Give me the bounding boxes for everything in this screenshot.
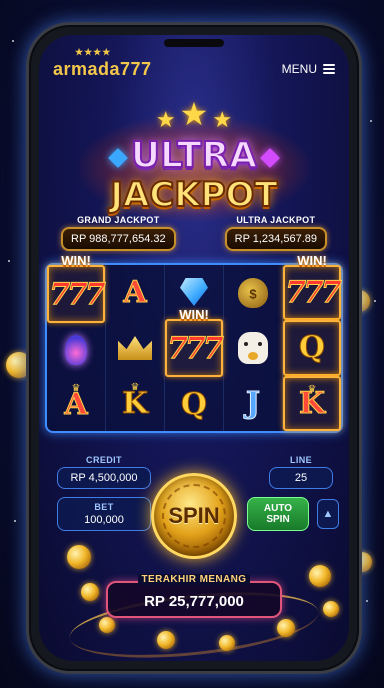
jackpot-label: GRAND JACKPOT: [77, 215, 160, 225]
reel-4: J: [224, 265, 283, 431]
line-display: LINE 25: [269, 455, 333, 489]
jackpot-bar: GRAND JACKPOT RP 988,777,654.32 ULTRA JA…: [39, 215, 349, 251]
logo-text: armada777: [53, 58, 152, 79]
coin-icon: [219, 635, 235, 651]
lucky-cat-icon: [238, 331, 268, 364]
letter-symbol: Q: [298, 330, 326, 366]
win-label: WIN!: [179, 307, 209, 322]
coin-icon: [157, 631, 175, 649]
reel-cell-winning: WIN! 777: [283, 253, 343, 321]
title-ultra: ULTRA: [130, 134, 258, 177]
win-label: WIN!: [61, 253, 91, 268]
bet-selector[interactable]: BET 100,000: [57, 497, 151, 531]
reel-cell: ♛ A: [47, 377, 105, 431]
reel-1: WIN! 777 ♛ A: [47, 253, 107, 431]
coin-icon: [99, 617, 115, 633]
credit-label: CREDIT: [86, 455, 122, 465]
reel-cell: J: [224, 376, 282, 431]
auto-spin-label: AUTO: [263, 502, 293, 514]
crown-icon: ♛: [71, 383, 81, 394]
bet-label: BET: [94, 502, 114, 512]
reel-3: WIN! 777 Q: [165, 265, 224, 431]
magic-lamp-icon: [65, 335, 87, 365]
money-bag-icon: [238, 277, 268, 308]
crown-icon: [118, 335, 152, 360]
grand-jackpot: GRAND JACKPOT RP 988,777,654.32: [61, 215, 176, 251]
reel-cell-winning: ♛ K: [283, 375, 341, 431]
jackpot-label: ULTRA JACKPOT: [236, 215, 316, 225]
bet-value: 100,000: [84, 514, 124, 526]
letter-symbol: Q: [180, 386, 208, 422]
coin-icon: [81, 583, 99, 601]
slot-reels: WIN! 777 ♛ A A ♛ K WIN! 777 Q $ J WIN! 7…: [45, 253, 343, 433]
ultra-jackpot: ULTRA JACKPOT RP 1,234,567.89: [224, 215, 327, 251]
auto-spin-label: SPIN: [266, 514, 290, 525]
seven-symbol: 777: [49, 276, 107, 312]
expand-up-button[interactable]: ▲: [317, 499, 339, 529]
chevron-up-icon: ▲: [322, 508, 334, 520]
brand-logo[interactable]: ★★★★ armada777: [53, 47, 152, 80]
crown-icon: ♛: [130, 381, 140, 393]
reel-cell-winning: Q: [283, 320, 341, 376]
reel-cell: Q: [165, 377, 223, 431]
reel-cell: [224, 265, 282, 320]
logo-stars-icon: ★★★★: [75, 46, 112, 57]
coin-icon: [323, 601, 339, 617]
spin-label: SPIN: [168, 503, 220, 528]
win-label: WIN!: [297, 253, 327, 268]
coin-icon: [67, 545, 91, 569]
line-value[interactable]: 25: [269, 467, 333, 489]
credit-value: RP 4,500,000: [57, 467, 151, 489]
last-win-value: RP 25,777,000: [106, 581, 282, 618]
letter-symbol: A: [123, 275, 147, 311]
auto-spin-button[interactable]: AUTO SPIN: [247, 497, 309, 531]
title-stars-icon: ★ ★ ★: [155, 96, 233, 132]
phone-notch: [164, 39, 224, 47]
menu-label: MENU: [281, 62, 317, 76]
jackpot-value: RP 1,234,567.89: [224, 227, 327, 251]
reel-cell: [106, 320, 164, 375]
letter-symbol: J: [245, 385, 261, 421]
coin-icon: [309, 565, 331, 587]
game-screen: ★★★★ armada777 MENU ★ ★ ★ ULTRA JACKPOT GR…: [39, 35, 349, 661]
reel-cell-winning: WIN! 777: [165, 307, 225, 377]
phone-frame: ★★★★ armada777 MENU ★ ★ ★ ULTRA JACKPOT GR…: [26, 22, 362, 674]
crown-icon: ♛: [307, 383, 317, 395]
reel-cell: [224, 320, 282, 375]
reel-cell: ♛ K: [106, 376, 164, 431]
jackpot-value: RP 988,777,654.32: [61, 227, 176, 251]
reel-2: A ♛ K: [106, 265, 165, 431]
line-label: LINE: [289, 455, 313, 465]
reel-cell: A: [106, 265, 164, 320]
spin-button[interactable]: SPIN: [151, 473, 237, 559]
diamond-icon: [180, 278, 208, 306]
credit-display: CREDIT RP 4,500,000: [57, 455, 151, 489]
last-win-label: TERAKHIR MENANG: [137, 574, 251, 585]
reel-cell: [47, 323, 105, 377]
header: ★★★★ armada777 MENU: [39, 47, 349, 87]
seven-symbol: 777: [285, 275, 343, 311]
menu-button[interactable]: MENU: [282, 62, 335, 76]
last-win-panel: TERAKHIR MENANG RP 25,777,000: [106, 563, 282, 618]
game-title: ★ ★ ★ ULTRA JACKPOT: [39, 93, 349, 223]
coin-icon: [277, 619, 295, 637]
hamburger-icon: [323, 64, 335, 74]
title-jackpot: JACKPOT: [109, 174, 278, 216]
reel-5: WIN! 777 Q ♛ K: [283, 253, 343, 431]
reel-cell-winning: WIN! 777: [47, 253, 107, 323]
seven-symbol: 777: [167, 330, 225, 366]
